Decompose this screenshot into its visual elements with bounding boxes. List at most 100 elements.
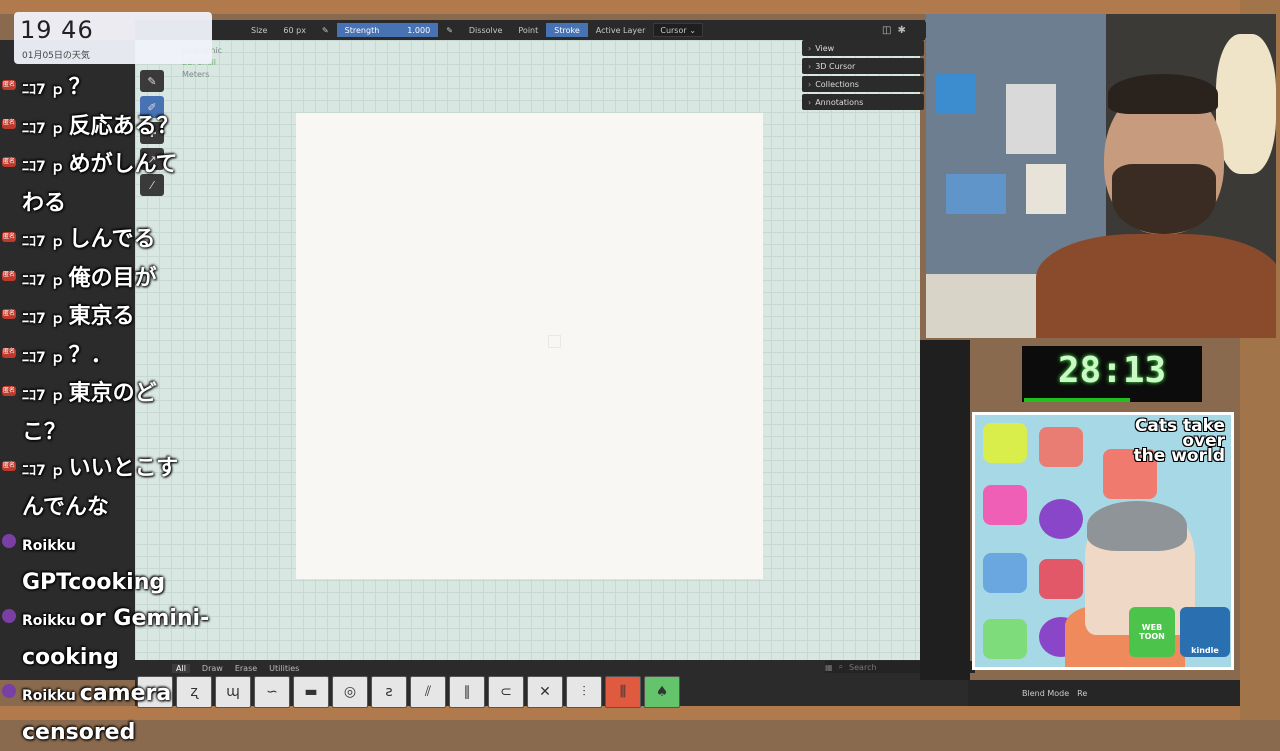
kindle-logo[interactable]: kindle	[1180, 607, 1230, 657]
npanel-collections[interactable]: ›Collections	[802, 76, 924, 92]
chat-text: 東京る	[69, 304, 135, 329]
chat-text: camera	[80, 681, 171, 706]
chat-message: 匿名ﾆｺ7 ｐいいとこす	[0, 451, 220, 490]
anon-badge-icon: 匿名	[2, 232, 16, 242]
chat-text: ？	[69, 75, 91, 100]
brush-thumbnail[interactable]: ✕	[527, 676, 563, 708]
cursor-dropdown[interactable]: Cursor ⌄	[653, 23, 703, 37]
clock-widget: 19 46 01月05日の天気	[14, 12, 212, 64]
lock-icon[interactable]: ◫	[882, 25, 891, 36]
chat-text: 東京のど	[69, 381, 157, 406]
search-placeholder: Search	[849, 663, 876, 672]
tool-settings-bar: Size 60 px ✎ Strength 1.000 ✎ Dissolve P…	[135, 20, 925, 40]
anon-badge-icon: 匿名	[2, 461, 16, 471]
grid-view-icon[interactable]: ▦	[825, 663, 833, 672]
npanel-view-label: View	[815, 44, 834, 53]
tab-erase[interactable]: Erase	[235, 664, 257, 673]
chat-user: ﾆｺ7 ｐ	[22, 234, 65, 250]
chat-message: 匿名ﾆｺ7 ｐ東京のど	[0, 376, 220, 415]
chat-message: 匿名ﾆｺ7 ｐ？．	[0, 338, 220, 377]
brush-thumbnail[interactable]: ⫽	[410, 676, 446, 708]
chat-user: Roikku	[22, 688, 76, 704]
chat-user: ﾆｺ7 ｐ	[22, 273, 65, 289]
drawing-canvas-paper[interactable]	[296, 113, 763, 579]
anon-badge-icon: 匿名	[2, 386, 16, 396]
anon-badge-icon: 匿名	[2, 271, 16, 281]
pen-pressure-icon-2[interactable]: ✎	[438, 26, 461, 35]
teddy-bear	[1216, 34, 1276, 174]
cat-icon	[983, 485, 1027, 525]
chat-user: ﾆｺ7 ｐ	[22, 350, 65, 366]
user-avatar-icon	[2, 684, 16, 698]
chat-message-cont: GPTcooking	[0, 565, 220, 602]
blend-mode-label: Blend Mode	[1022, 689, 1069, 698]
npanel-annotations[interactable]: ›Annotations	[802, 94, 924, 110]
chat-text: 俺の目が	[69, 266, 157, 291]
streamer-beard	[1112, 164, 1216, 234]
streamer-hair	[1108, 74, 1218, 114]
chat-message: Roikkuor Gemini-	[0, 601, 220, 640]
cat-icon	[983, 619, 1027, 659]
webtoon-title: Cats take over the world	[1134, 419, 1225, 464]
brush-thumbnail[interactable]: ⫶	[566, 676, 602, 708]
snap-icon[interactable]: ✱	[897, 25, 905, 36]
brush-thumbnail[interactable]: ♠	[644, 676, 680, 708]
user-avatar-icon	[2, 609, 16, 623]
webtoon-logo[interactable]: WEB TOON	[1129, 607, 1175, 657]
stroke-button[interactable]: Stroke	[546, 23, 588, 37]
chevron-right-icon: ›	[808, 80, 811, 89]
properties-panel-strip	[920, 340, 970, 680]
active-layer-button[interactable]: Active Layer	[588, 26, 654, 35]
chat-user: ﾆｺ7 ｐ	[22, 159, 65, 175]
chat-text: んでんな	[22, 495, 109, 520]
size-label: Size	[243, 26, 275, 35]
npanel-annotations-label: Annotations	[815, 98, 863, 107]
chat-user: ﾆｺ7 ｐ	[22, 463, 65, 479]
wall-shelf	[926, 274, 1046, 338]
chat-text: こ？	[22, 420, 66, 445]
timer-widget: 28:13	[1022, 346, 1202, 402]
brush-thumbnail[interactable]: ⊂	[488, 676, 524, 708]
wall-poster	[936, 74, 976, 114]
chat-message: 匿名 ﾆｺ7 ｐ俺の目が	[0, 261, 220, 300]
brush-thumbnail[interactable]: ∽	[254, 676, 290, 708]
brush-thumbnail[interactable]: ▬	[293, 676, 329, 708]
chat-text: しんでる	[69, 227, 156, 252]
chat-message: Roikku	[0, 526, 220, 565]
npanel-view[interactable]: ›View	[802, 40, 924, 56]
brush-thumbnail[interactable]: ◎	[332, 676, 368, 708]
brush-thumbnail[interactable]: ƨ	[371, 676, 407, 708]
point-button[interactable]: Point	[510, 26, 546, 35]
dissolve-dropdown[interactable]: Dissolve	[461, 26, 511, 35]
chat-message: 匿名 ﾆｺ7 ｐしんでる	[0, 222, 220, 261]
anon-badge-icon: 匿名	[2, 119, 16, 129]
chat-message: Roikkucamera	[0, 676, 220, 715]
chat-user: Roikku	[22, 613, 76, 629]
strength-field[interactable]: Strength 1.000	[337, 23, 439, 37]
size-value[interactable]: 60 px	[275, 26, 314, 35]
tab-utilities[interactable]: Utilities	[269, 664, 299, 673]
pen-pressure-icon[interactable]: ✎	[314, 26, 337, 35]
npanel-3d-cursor[interactable]: ›3D Cursor	[802, 58, 924, 74]
cat-icon	[1039, 499, 1083, 539]
properties-footer: Blend Mode Re	[968, 680, 1240, 706]
wall-poster	[1006, 84, 1056, 154]
chat-message-cont: こ？	[0, 415, 220, 452]
cat-icon	[1039, 427, 1083, 467]
strength-value: 1.000	[407, 26, 430, 35]
n-panel: ›View ›3D Cursor ›Collections ›Annotatio…	[802, 40, 924, 112]
user-avatar-icon	[2, 534, 16, 548]
npanel-3d-cursor-label: 3D Cursor	[815, 62, 855, 71]
anon-badge-icon: 匿名	[2, 309, 16, 319]
webtoon-ad[interactable]: Cats take over the world WEB TOON kindle	[972, 412, 1234, 670]
anon-badge-icon: 匿名	[2, 348, 16, 358]
viewport-header-icons: ◫ ✱	[878, 22, 928, 38]
chat-user: Roikku	[22, 538, 76, 554]
anon-badge-icon: 匿名	[2, 157, 16, 167]
brush-thumbnail[interactable]: ∥	[449, 676, 485, 708]
brush-thumbnail-selected[interactable]: ⫼	[605, 676, 641, 708]
brush-thumbnail[interactable]: ɰ	[215, 676, 251, 708]
chat-message: 匿名ﾆｺ7 ｐ？	[0, 70, 220, 109]
cursor-dropdown-label: Cursor	[660, 26, 686, 35]
chat-user: ﾆｺ7 ｐ	[22, 311, 65, 327]
